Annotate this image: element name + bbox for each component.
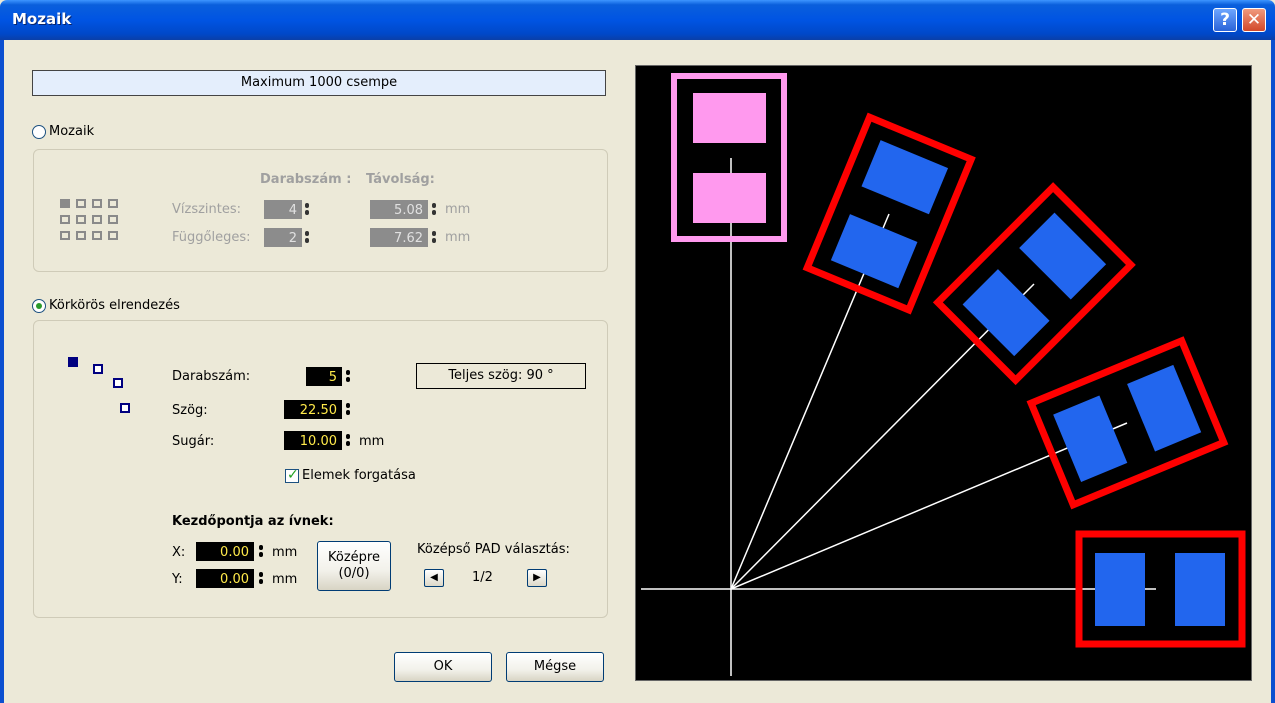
center-button[interactable]: Középre (0/0) <box>317 541 391 591</box>
horizontal-count-field[interactable]: 4 <box>264 200 302 219</box>
x-field[interactable]: 0.00 <box>196 542 254 561</box>
x-spinner[interactable] <box>258 545 264 558</box>
x-label: X: <box>172 545 186 560</box>
window-title: Mozaik <box>12 10 72 28</box>
count-spinner[interactable] <box>345 370 351 383</box>
y-spinner[interactable] <box>258 572 264 585</box>
radius-field[interactable]: 10.00 <box>284 431 342 450</box>
pad-element-1 <box>671 73 787 242</box>
count-field[interactable]: 5 <box>306 367 342 386</box>
vertical-unit: mm <box>445 230 471 245</box>
pad-element-5 <box>1075 530 1246 648</box>
left-arrow-icon: ◀ <box>430 572 438 583</box>
rotate-elements-label[interactable]: Elemek forgatása <box>302 468 416 483</box>
center-button-sublabel: (0/0) <box>338 566 370 581</box>
y-field[interactable]: 0.00 <box>196 569 254 588</box>
pad-select-label: Középső PAD választás: <box>417 542 570 557</box>
radius-unit: mm <box>359 434 385 449</box>
title-bar: Mozaik ? ✕ <box>0 0 1275 40</box>
pad-element-4 <box>1026 336 1229 510</box>
checkmark-icon: ✓ <box>287 467 299 483</box>
vertical-count-spinner[interactable] <box>304 231 310 244</box>
radius-spinner[interactable] <box>345 434 351 447</box>
horizontal-count-spinner[interactable] <box>304 203 310 216</box>
preview-canvas <box>635 65 1252 681</box>
count-label: Darabszám: <box>172 369 251 384</box>
help-icon: ? <box>1220 10 1230 30</box>
rotate-elements-checkbox[interactable]: ✓ <box>285 467 299 483</box>
vertical-distance-spinner[interactable] <box>431 231 437 244</box>
circular-radio[interactable] <box>32 299 46 313</box>
y-label: Y: <box>172 572 183 587</box>
pad-element-2 <box>802 112 976 315</box>
pad-page-indicator: 1/2 <box>472 570 493 585</box>
horizontal-distance-spinner[interactable] <box>431 203 437 216</box>
vertical-count-field[interactable]: 2 <box>264 228 302 247</box>
angle-field[interactable]: 22.50 <box>284 400 342 419</box>
next-pad-button[interactable]: ▶ <box>527 569 547 587</box>
mosaic-radio-label[interactable]: Mozaik <box>49 124 94 139</box>
total-angle-display: Teljes szög: 90 ° <box>416 363 586 389</box>
y-unit: mm <box>272 572 298 587</box>
prev-pad-button[interactable]: ◀ <box>424 569 444 587</box>
vertical-label: Függőleges: <box>172 230 251 245</box>
angle-label: Szög: <box>172 403 208 418</box>
arc-start-title: Kezdőpontja az ívnek: <box>172 514 334 529</box>
close-button[interactable]: ✕ <box>1242 8 1266 32</box>
vertical-distance-field[interactable]: 7.62 <box>370 228 428 247</box>
x-unit: mm <box>272 545 298 560</box>
mosaic-radio[interactable] <box>32 125 46 139</box>
mosaic-count-header: Darabszám : <box>260 172 352 187</box>
angle-spinner[interactable] <box>345 403 351 416</box>
horizontal-label: Vízszintes: <box>172 202 242 217</box>
right-arrow-icon: ▶ <box>533 572 541 583</box>
horizontal-distance-field[interactable]: 5.08 <box>370 200 428 219</box>
radius-label: Sugár: <box>172 434 215 449</box>
circular-radio-label[interactable]: Körkörös elrendezés <box>49 298 180 313</box>
horizontal-unit: mm <box>445 202 471 217</box>
center-button-label: Középre <box>328 550 380 565</box>
ok-button[interactable]: OK <box>394 652 492 682</box>
close-icon: ✕ <box>1246 10 1262 30</box>
max-tiles-info: Maximum 1000 csempe <box>32 70 606 96</box>
arrangement-preview <box>641 73 1246 676</box>
grid-icon <box>60 199 124 245</box>
help-button[interactable]: ? <box>1213 8 1237 32</box>
cancel-button[interactable]: Mégse <box>506 652 604 682</box>
mosaic-distance-header: Távolság: <box>366 172 435 187</box>
